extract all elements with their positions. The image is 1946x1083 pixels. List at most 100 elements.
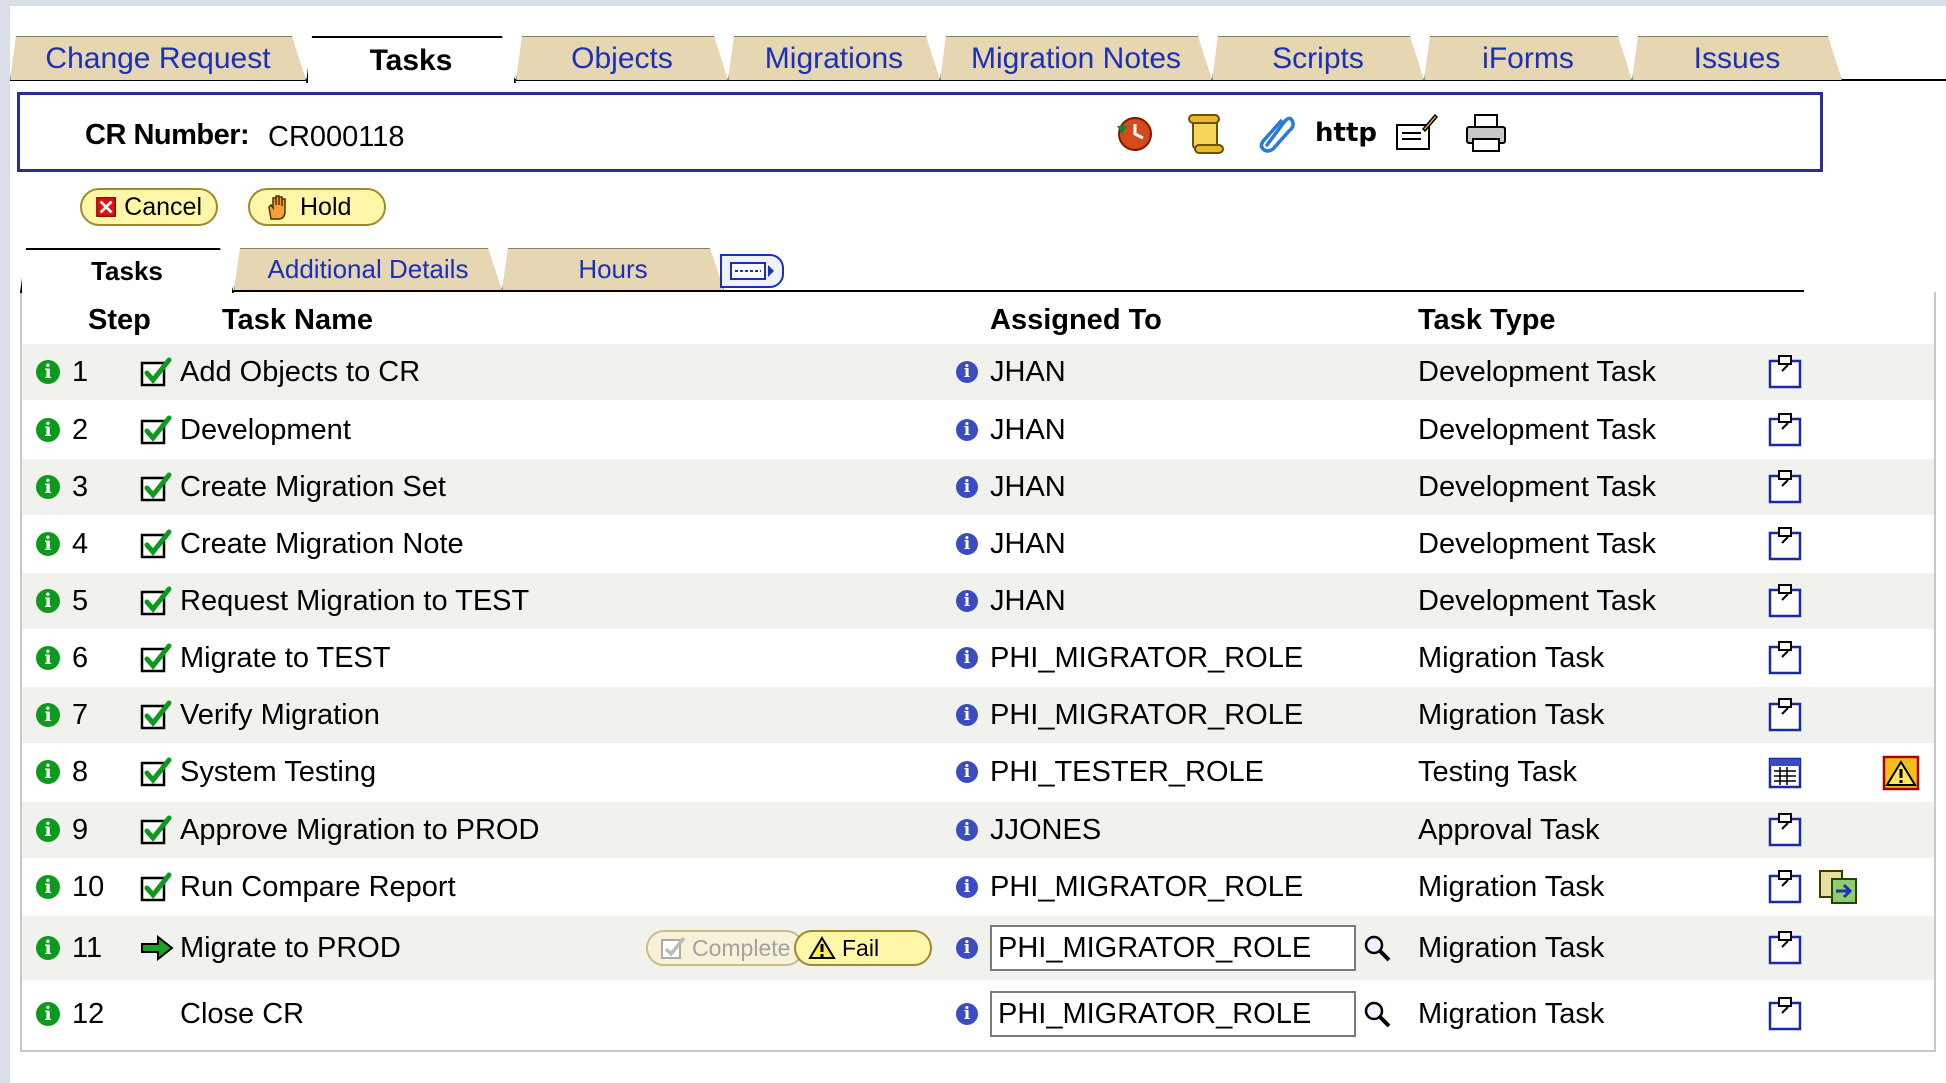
tab-migrations[interactable]: Migrations: [728, 36, 940, 80]
task-details-icon[interactable]: [1766, 402, 1806, 458]
assignee-info-icon[interactable]: i: [956, 419, 978, 441]
assigned-to: JHAN: [990, 355, 1066, 388]
row-info-icon[interactable]: i: [36, 646, 60, 670]
task-type: Migration Task: [1418, 698, 1605, 731]
task-details-icon[interactable]: [1766, 687, 1806, 743]
http-link-icon[interactable]: http: [1315, 111, 1377, 155]
tab-tasks[interactable]: Tasks: [306, 36, 516, 83]
step-number: 2: [72, 413, 89, 446]
row-info-icon[interactable]: i: [36, 936, 60, 960]
assignee-info-icon[interactable]: i: [956, 1003, 978, 1025]
tab-issues[interactable]: Issues: [1632, 36, 1842, 80]
grid-view-toggle-icon[interactable]: [720, 254, 784, 288]
table-row: i 10 Run Compare Report i PHI_MIGRATOR_ROLE M…: [22, 859, 1934, 915]
test-plan-icon[interactable]: [1766, 744, 1806, 800]
task-details-icon[interactable]: [1766, 344, 1806, 400]
assigned-to: PHI_MIGRATOR_ROLE: [990, 641, 1304, 674]
hold-button[interactable]: Hold: [248, 188, 386, 226]
assignee-info-icon[interactable]: i: [956, 761, 978, 783]
fail-button[interactable]: Fail: [794, 930, 932, 966]
window-frame-top: [0, 0, 1946, 6]
assigned-to: JHAN: [990, 527, 1066, 560]
tab-iforms[interactable]: iForms: [1424, 36, 1632, 80]
task-type: Development Task: [1418, 470, 1657, 503]
task-name: Approve Migration to PROD: [180, 813, 540, 846]
table-row: i 2 Development i JHAN Development Task: [22, 402, 1934, 458]
step-number: 9: [72, 813, 89, 846]
step-number: 11: [72, 931, 103, 964]
task-details-icon[interactable]: [1766, 516, 1806, 572]
row-info-icon[interactable]: i: [36, 875, 60, 899]
task-details-icon[interactable]: [1766, 459, 1806, 515]
table-row: i 3 Create Migration Set i JHAN Development T…: [22, 459, 1934, 515]
task-details-icon[interactable]: [1766, 802, 1806, 858]
lookup-search-icon[interactable]: [1362, 982, 1392, 1046]
subtab-tasks[interactable]: Tasks: [20, 248, 234, 293]
history-icon[interactable]: [1110, 111, 1162, 155]
header-task-name: Task Name: [222, 304, 373, 336]
cancel-x-icon: [96, 197, 116, 217]
assignee-info-icon[interactable]: i: [956, 476, 978, 498]
subtab-additional-details[interactable]: Additional Details: [234, 248, 502, 290]
task-name: Create Migration Note: [180, 527, 464, 560]
assignee-info-icon[interactable]: i: [956, 590, 978, 612]
row-info-icon[interactable]: i: [36, 475, 60, 499]
task-details-icon[interactable]: [1766, 859, 1806, 915]
table-row: i 12 Close CR i Migration Task: [22, 982, 1934, 1046]
header-assigned-to: Assigned To: [990, 304, 1162, 336]
row-info-icon[interactable]: i: [36, 1002, 60, 1026]
compare-report-icon[interactable]: [1818, 859, 1862, 915]
tab-change-request[interactable]: Change Request: [10, 36, 306, 80]
tab-objects[interactable]: Objects: [516, 36, 728, 80]
assignee-info-icon[interactable]: i: [956, 361, 978, 383]
tab-migration-notes[interactable]: Migration Notes: [940, 36, 1212, 80]
paperclip-icon[interactable]: [1250, 111, 1302, 155]
task-name: Migrate to TEST: [180, 641, 391, 674]
tab-scripts[interactable]: Scripts: [1212, 36, 1424, 80]
cr-header-box: CR Number: CR000118 http: [17, 92, 1823, 172]
row-info-icon[interactable]: i: [36, 818, 60, 842]
assignee-info-icon[interactable]: i: [956, 937, 978, 959]
assignee-info-icon[interactable]: i: [956, 876, 978, 898]
subtab-hours[interactable]: Hours: [502, 248, 724, 290]
hand-icon: [268, 195, 286, 220]
checkmark-icon: [140, 802, 172, 858]
checkmark-icon: [140, 630, 172, 686]
row-info-icon[interactable]: i: [36, 760, 60, 784]
step-number: 12: [72, 997, 105, 1030]
task-name: Add Objects to CR: [180, 355, 421, 388]
task-details-icon[interactable]: [1766, 630, 1806, 686]
task-name: Verify Migration: [180, 698, 380, 731]
row-info-icon[interactable]: i: [36, 418, 60, 442]
edit-folder-icon[interactable]: [1390, 111, 1442, 155]
assignee-info-icon[interactable]: i: [956, 647, 978, 669]
complete-button: Complete: [646, 930, 805, 966]
cancel-label: Cancel: [124, 192, 202, 221]
printer-icon[interactable]: [1460, 111, 1512, 155]
row-info-icon[interactable]: i: [36, 703, 60, 727]
task-name: Migrate to PROD: [180, 931, 401, 964]
window-frame-left: [0, 0, 10, 1083]
checkmark-icon: [140, 744, 172, 800]
cancel-button[interactable]: Cancel: [80, 188, 218, 226]
scroll-icon[interactable]: [1180, 111, 1232, 155]
lookup-search-icon[interactable]: [1362, 916, 1392, 980]
table-row: i 1 Add Objects to CR i JHAN Development Task: [22, 344, 1934, 400]
assignee-info-icon[interactable]: i: [956, 704, 978, 726]
row-info-icon[interactable]: i: [36, 532, 60, 556]
row-info-icon[interactable]: i: [36, 589, 60, 613]
cr-number-value: CR000118: [268, 121, 405, 153]
row-info-icon[interactable]: i: [36, 360, 60, 384]
assigned-to: JHAN: [990, 413, 1066, 446]
assigned-to-input[interactable]: [990, 925, 1356, 971]
assignee-info-icon[interactable]: i: [956, 819, 978, 841]
task-details-icon[interactable]: [1766, 916, 1806, 980]
hold-label: Hold: [300, 192, 352, 221]
assignee-info-icon[interactable]: i: [956, 533, 978, 555]
warning-icon[interactable]: [1882, 744, 1922, 800]
task-details-icon[interactable]: [1766, 982, 1806, 1046]
assigned-to-input[interactable]: [990, 991, 1356, 1037]
main-tab-strip: Change Request Tasks Objects Migrations …: [10, 36, 1946, 82]
task-type: Testing Task: [1418, 755, 1578, 788]
task-details-icon[interactable]: [1766, 573, 1806, 629]
